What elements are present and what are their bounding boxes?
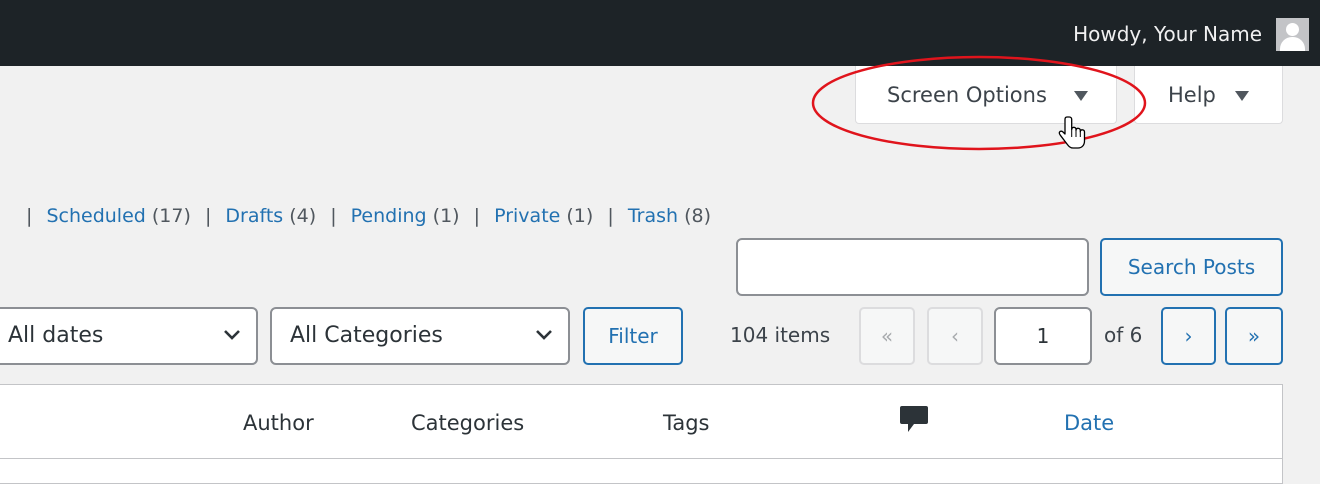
status-count-scheduled: (17) (151, 205, 191, 227)
column-header-tags: Tags (663, 411, 710, 435)
hand-pointer-icon (1058, 116, 1086, 149)
comment-bubble-icon[interactable] (898, 403, 930, 435)
screen-options-label: Screen Options (887, 83, 1047, 107)
status-count-drafts: (4) (289, 205, 317, 227)
avatar-icon[interactable] (1276, 18, 1309, 51)
items-count: 104 items (730, 323, 831, 347)
category-filter-select[interactable]: All Categories (270, 307, 570, 365)
column-header-author: Author (243, 411, 314, 435)
status-link-private[interactable]: Private (494, 205, 560, 227)
header-divider (0, 458, 1282, 459)
status-count-pending: (1) (432, 205, 460, 227)
status-count-private: (1) (566, 205, 594, 227)
column-header-date[interactable]: Date (1064, 409, 1114, 437)
chevron-down-icon (224, 330, 240, 340)
post-status-links: | Scheduled (17) | Drafts (4) | Pending … (18, 203, 711, 229)
filter-button[interactable]: Filter (583, 307, 683, 365)
prev-page-button[interactable]: ‹ (927, 307, 983, 365)
status-link-trash[interactable]: Trash (628, 205, 678, 227)
search-posts-button[interactable]: Search Posts (1100, 238, 1283, 296)
total-pages: of 6 (1104, 323, 1143, 347)
howdy-user-menu[interactable]: Howdy, Your Name (1073, 20, 1262, 48)
category-filter-value: All Categories (290, 323, 443, 348)
admin-bar: Howdy, Your Name (0, 0, 1320, 66)
separator: | (204, 205, 212, 227)
current-page-input[interactable]: 1 (994, 307, 1092, 365)
separator: | (26, 205, 33, 227)
status-link-scheduled[interactable]: Scheduled (46, 205, 145, 227)
help-label: Help (1168, 83, 1216, 107)
separator: | (607, 205, 614, 227)
column-header-categories: Categories (411, 411, 525, 435)
caret-down-icon (1235, 91, 1249, 101)
first-page-button[interactable]: « (859, 307, 915, 365)
date-filter-select[interactable]: All dates (0, 307, 258, 365)
status-link-drafts[interactable]: Drafts (225, 205, 283, 227)
next-page-button[interactable]: › (1161, 307, 1216, 365)
help-button[interactable]: Help (1134, 66, 1283, 124)
post-search-input[interactable] (736, 238, 1089, 296)
separator: | (473, 205, 481, 227)
last-page-button[interactable]: » (1225, 307, 1283, 365)
separator: | (330, 205, 337, 227)
status-count-trash: (8) (684, 205, 711, 227)
posts-table: Author Categories Tags Date (0, 384, 1283, 484)
status-link-pending[interactable]: Pending (351, 205, 427, 227)
caret-down-icon (1074, 91, 1088, 101)
chevron-down-icon (536, 330, 552, 340)
date-filter-value: All dates (8, 323, 104, 348)
